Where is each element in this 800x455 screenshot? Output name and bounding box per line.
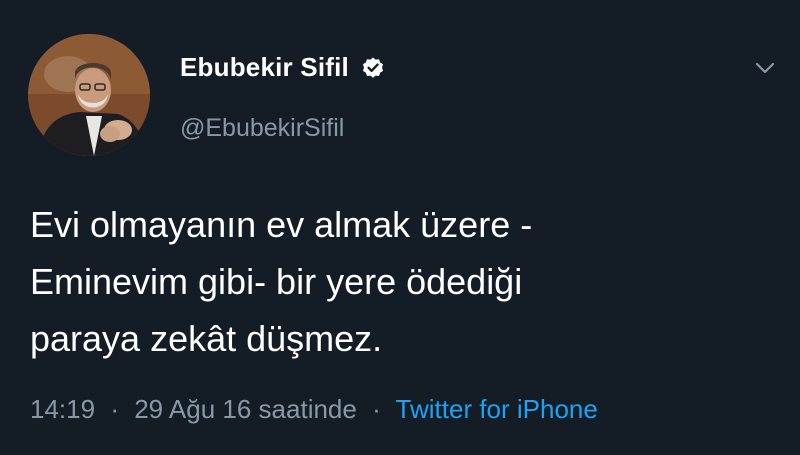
tweet-text: Evi olmayanın ev almak üzere - Eminevim … (30, 196, 760, 367)
display-name[interactable]: Ebubekir Sifil (180, 52, 349, 83)
tweet-card: Ebubekir Sifil @EbubekirSifil Evi olmaya… (0, 0, 800, 455)
meta-separator: · (372, 394, 381, 424)
display-name-row: Ebubekir Sifil (180, 52, 385, 83)
meta-separator: · (110, 394, 119, 424)
tweet-text-line: Eminevim gibi- bir yere ödediği (30, 261, 523, 302)
tweet-source-link[interactable]: Twitter for iPhone (396, 394, 598, 424)
tweet-time[interactable]: 14:19 (30, 394, 95, 424)
chevron-down-icon[interactable] (754, 60, 776, 76)
avatar-image (28, 34, 150, 156)
tweet-date[interactable]: 29 Ağu 16 saatinde (134, 394, 357, 424)
previous-item-fragment (50, 0, 570, 6)
tweet-meta: 14:19 · 29 Ağu 16 saatinde · Twitter for… (30, 394, 598, 425)
avatar[interactable] (28, 34, 150, 156)
tweet-text-line: Evi olmayanın ev almak üzere - (30, 204, 533, 245)
tweet-text-line: paraya zekât düşmez. (30, 318, 383, 359)
user-handle[interactable]: @EbubekirSifil (180, 114, 344, 143)
verified-badge-icon (361, 56, 385, 80)
